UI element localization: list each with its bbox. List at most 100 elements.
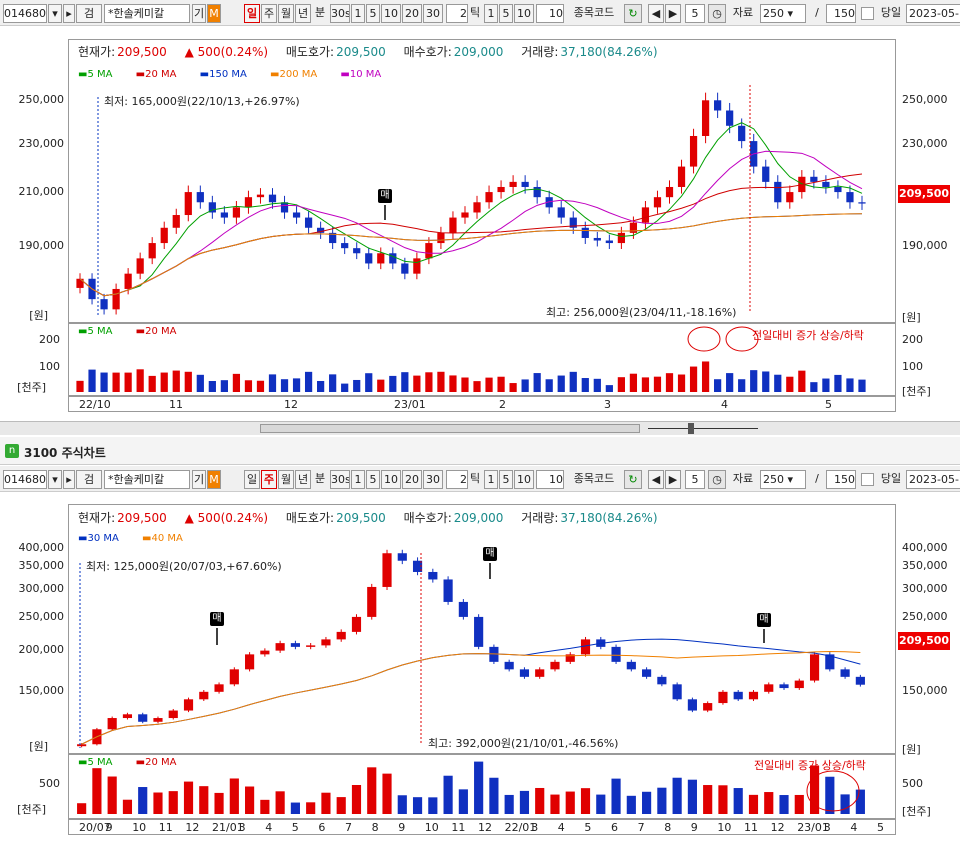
m-button[interactable]: M	[207, 4, 221, 23]
tick-5[interactable]: 5	[499, 470, 513, 489]
candle-body	[714, 100, 722, 111]
stock-code-input[interactable]: 014680	[3, 4, 47, 23]
period-week[interactable]: 주	[261, 4, 277, 23]
minute-10[interactable]: 10	[381, 470, 401, 489]
search-icon[interactable]: 검	[76, 4, 102, 23]
period-month[interactable]: 월	[278, 470, 294, 489]
volume-bar	[840, 794, 850, 814]
day-checkbox[interactable]	[861, 473, 874, 486]
candle-body	[822, 181, 830, 187]
search-icon[interactable]: 검	[76, 470, 102, 489]
volume-bar	[412, 797, 423, 814]
stock-name-field[interactable]: *한솔케미칼	[104, 4, 190, 23]
volume-bar	[569, 371, 577, 392]
next-arrow-icon[interactable]: ▶	[665, 4, 681, 23]
candle-body	[657, 676, 667, 685]
minute-5[interactable]: 5	[366, 4, 380, 23]
total-input[interactable]: 150	[826, 470, 856, 489]
code-label: 종목코드	[573, 472, 615, 485]
x-tick: 5	[584, 821, 592, 834]
minute-20[interactable]: 20	[402, 470, 422, 489]
weekly-chart: 현재가: 209,500 ▲ 500(0.24%) 매도호가: 209,500 매수…	[0, 493, 960, 843]
period-year[interactable]: 년	[295, 470, 311, 489]
refresh-icon[interactable]: ↻	[624, 470, 642, 489]
zoom-thumb[interactable]	[688, 423, 694, 434]
volume-bar	[810, 382, 818, 392]
candle-body	[377, 253, 385, 264]
volume-bar	[786, 376, 794, 392]
vol-legend: ▬5 MA ▬20 MA	[78, 757, 196, 768]
minute-1[interactable]: 1	[351, 470, 365, 489]
refresh-icon[interactable]: ↻	[624, 4, 642, 23]
horizontal-scrollbar[interactable]	[0, 421, 960, 435]
minute-20[interactable]: 20	[402, 4, 422, 23]
zoom-slider[interactable]	[648, 428, 758, 429]
stock-code-input[interactable]: 014680	[3, 470, 47, 489]
period-minute[interactable]: 분	[313, 4, 327, 23]
data-count-select[interactable]: 250 ▾	[760, 4, 806, 23]
day-checkbox[interactable]	[861, 7, 874, 20]
x-tick: 4	[721, 398, 728, 411]
tick-5[interactable]: 5	[499, 4, 513, 23]
candle-body	[260, 650, 270, 655]
clock-icon[interactable]: ◷	[708, 470, 726, 489]
volume-bar	[336, 797, 346, 814]
tick-1[interactable]: 1	[484, 4, 498, 23]
x-tick: 10	[132, 821, 147, 834]
next-arrow-icon[interactable]: ▶	[665, 470, 681, 489]
prev-arrow-icon[interactable]: ◀	[648, 4, 664, 23]
next-button[interactable]: ▸	[63, 4, 75, 23]
code-dropdown-button[interactable]: ▾	[48, 470, 62, 489]
num-input[interactable]: 5	[685, 4, 705, 23]
period-day[interactable]: 일	[244, 470, 260, 489]
prev-arrow-icon[interactable]: ◀	[648, 470, 664, 489]
next-button[interactable]: ▸	[63, 470, 75, 489]
volume-bar	[461, 377, 469, 392]
volume-bar	[626, 795, 636, 814]
volume-bar	[545, 379, 553, 392]
num-input[interactable]: 5	[685, 470, 705, 489]
period-year[interactable]: 년	[295, 4, 311, 23]
data-count-select[interactable]: 250 ▾	[760, 470, 806, 489]
ki-button[interactable]: 기	[192, 4, 206, 23]
period-month[interactable]: 월	[278, 4, 294, 23]
clock-icon[interactable]: ◷	[708, 4, 726, 23]
ma-line	[79, 213, 862, 297]
tick-input[interactable]: 10	[536, 470, 564, 489]
tick-1[interactable]: 1	[484, 470, 498, 489]
candle-body	[214, 684, 224, 692]
date-field[interactable]: 2023-05-	[906, 470, 960, 489]
period-week[interactable]: 주	[261, 470, 277, 489]
x-tick: 3	[531, 821, 539, 834]
volume-bar	[88, 369, 96, 392]
candle-body	[107, 718, 117, 730]
ticks-input[interactable]: 2	[446, 4, 468, 23]
minute-30s[interactable]: 30s	[330, 470, 350, 489]
volume-bar	[290, 802, 300, 814]
volume-bar	[774, 374, 782, 392]
candle-body	[762, 166, 770, 182]
ticks-input[interactable]: 2	[446, 470, 468, 489]
total-input[interactable]: 150	[826, 4, 856, 23]
ki-button[interactable]: 기	[192, 470, 206, 489]
stock-name-field[interactable]: *한솔케미칼	[104, 470, 190, 489]
volume-bar	[172, 370, 180, 392]
x-tick: 12	[185, 821, 200, 834]
minute-30s[interactable]: 30s	[330, 4, 350, 23]
x-tick: 8	[664, 821, 672, 834]
minute-1[interactable]: 1	[351, 4, 365, 23]
minute-30[interactable]: 30	[423, 4, 443, 23]
scroll-thumb[interactable]	[260, 424, 640, 433]
minute-10[interactable]: 10	[381, 4, 401, 23]
period-day[interactable]: 일	[244, 4, 260, 23]
tick-10[interactable]: 10	[514, 4, 534, 23]
minute-30[interactable]: 30	[423, 470, 443, 489]
code-dropdown-button[interactable]: ▾	[48, 4, 62, 23]
minute-5[interactable]: 5	[366, 470, 380, 489]
period-minute[interactable]: 분	[313, 470, 327, 489]
tick-10[interactable]: 10	[514, 470, 534, 489]
date-field[interactable]: 2023-05-1	[906, 4, 960, 23]
tick-input[interactable]: 10	[536, 4, 564, 23]
m-button[interactable]: M	[207, 470, 221, 489]
x-tick: 9	[398, 821, 406, 834]
